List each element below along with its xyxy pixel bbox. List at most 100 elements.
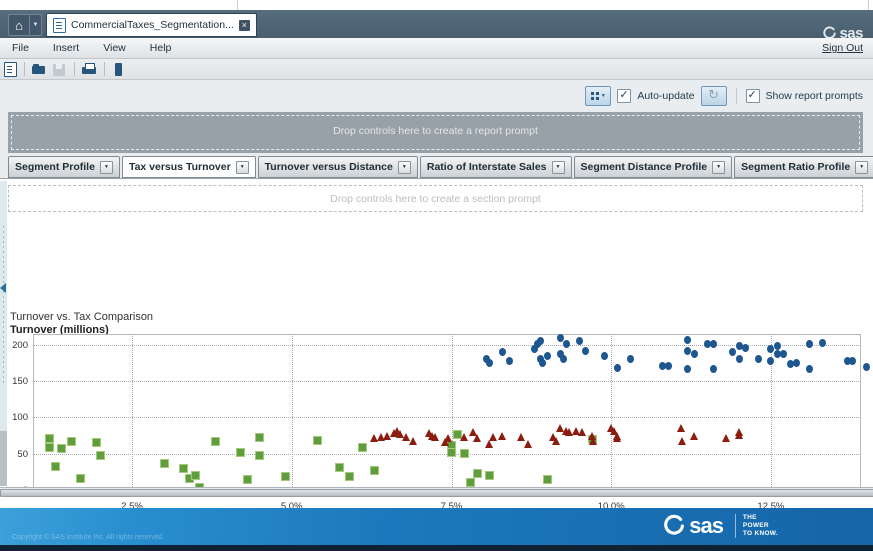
data-point-cluster3[interactable] (589, 437, 597, 445)
data-point-cluster1[interactable] (539, 359, 546, 367)
data-point-cluster2[interactable] (447, 448, 456, 457)
layout-grid-button[interactable]: ▼ (585, 86, 611, 106)
close-tab-icon[interactable]: × (239, 20, 250, 31)
data-point-cluster2[interactable] (370, 466, 379, 475)
data-point-cluster1[interactable] (863, 363, 870, 371)
data-point-cluster2[interactable] (51, 462, 60, 471)
data-point-cluster1[interactable] (793, 359, 800, 367)
section-tab-turnover-versus-distance[interactable]: Turnover versus Distance▼ (258, 156, 418, 178)
data-point-cluster1[interactable] (806, 365, 813, 373)
data-point-cluster3[interactable] (473, 434, 481, 442)
menu-view[interactable]: View (91, 42, 138, 54)
document-tab[interactable]: CommercialTaxes_Segmentation... × (46, 13, 257, 37)
auto-update-checkbox[interactable] (617, 89, 631, 103)
section-tab-ratio-of-interstate-sales[interactable]: Ratio of Interstate Sales▼ (420, 156, 572, 178)
data-point-cluster3[interactable] (431, 433, 439, 441)
data-point-cluster1[interactable] (780, 350, 787, 358)
data-point-cluster3[interactable] (578, 428, 586, 436)
tab-menu-arrow-icon[interactable]: ▼ (398, 161, 411, 174)
data-point-cluster2[interactable] (255, 451, 264, 460)
data-point-cluster2[interactable] (485, 471, 494, 480)
section-tab-segment-profile[interactable]: Segment Profile▼ (8, 156, 120, 178)
open-icon[interactable] (32, 62, 47, 77)
section-tab-tax-versus-turnover[interactable]: Tax versus Turnover▼ (122, 156, 256, 178)
data-point-cluster2[interactable] (76, 474, 85, 483)
data-point-cluster3[interactable] (444, 434, 452, 442)
toc-icon[interactable] (112, 62, 127, 77)
show-report-prompts-checkbox[interactable] (746, 89, 760, 103)
data-point-cluster3[interactable] (489, 433, 497, 441)
data-point-cluster2[interactable] (313, 436, 322, 445)
data-point-cluster2[interactable] (255, 433, 264, 442)
tab-menu-arrow-icon[interactable]: ▼ (236, 161, 249, 174)
home-button[interactable]: ⌂ (8, 14, 30, 36)
report-prompt-dropzone[interactable]: Drop controls here to create a report pr… (8, 112, 863, 153)
data-point-cluster3[interactable] (735, 431, 743, 439)
data-point-cluster2[interactable] (236, 448, 245, 457)
data-point-cluster1[interactable] (544, 352, 551, 360)
data-point-cluster1[interactable] (506, 357, 513, 365)
tab-menu-arrow-icon[interactable]: ▼ (712, 161, 725, 174)
home-dropdown-button[interactable]: ▼ (30, 14, 42, 36)
tab-menu-arrow-icon[interactable]: ▼ (552, 161, 565, 174)
data-point-cluster3[interactable] (613, 434, 621, 442)
collapse-panel-arrow-icon[interactable] (0, 283, 6, 293)
data-point-cluster2[interactable] (466, 478, 475, 487)
sign-out-link[interactable]: Sign Out (822, 42, 863, 54)
data-point-cluster3[interactable] (460, 433, 468, 441)
data-point-cluster2[interactable] (57, 444, 66, 453)
data-point-cluster2[interactable] (543, 475, 552, 484)
data-point-cluster2[interactable] (67, 437, 76, 446)
data-point-cluster1[interactable] (557, 334, 564, 342)
data-point-cluster1[interactable] (710, 365, 717, 373)
data-point-cluster2[interactable] (96, 451, 105, 460)
data-point-cluster3[interactable] (524, 440, 532, 448)
data-point-cluster1[interactable] (742, 344, 749, 352)
save-icon[interactable] (52, 62, 67, 77)
data-point-cluster2[interactable] (243, 475, 252, 484)
data-point-cluster3[interactable] (552, 437, 560, 445)
data-point-cluster2[interactable] (45, 443, 54, 452)
data-point-cluster3[interactable] (498, 432, 506, 440)
data-point-cluster2[interactable] (191, 471, 200, 480)
data-point-cluster1[interactable] (849, 357, 856, 365)
data-point-cluster2[interactable] (281, 472, 290, 481)
data-point-cluster3[interactable] (678, 437, 686, 445)
data-point-cluster1[interactable] (736, 355, 743, 363)
data-point-cluster3[interactable] (722, 434, 730, 442)
data-point-cluster1[interactable] (627, 355, 634, 363)
section-tab-segment-distance-profile[interactable]: Segment Distance Profile▼ (574, 156, 733, 178)
section-tab-segment-ratio-profile[interactable]: Segment Ratio Profile▼ (734, 156, 873, 178)
menu-insert[interactable]: Insert (41, 42, 91, 54)
print-icon[interactable] (82, 62, 97, 77)
data-point-cluster2[interactable] (473, 469, 482, 478)
scrollbar-thumb[interactable] (0, 489, 873, 497)
horizontal-scrollbar[interactable] (0, 487, 873, 496)
data-point-cluster2[interactable] (335, 463, 344, 472)
data-point-cluster1[interactable] (582, 347, 589, 355)
data-point-cluster2[interactable] (358, 443, 367, 452)
data-point-cluster2[interactable] (179, 464, 188, 473)
data-point-cluster1[interactable] (819, 339, 826, 347)
data-point-cluster2[interactable] (211, 437, 220, 446)
new-report-icon[interactable] (4, 62, 17, 77)
data-point-cluster1[interactable] (691, 350, 698, 358)
menu-file[interactable]: File (0, 42, 41, 54)
tab-menu-arrow-icon[interactable]: ▼ (100, 161, 113, 174)
data-point-cluster1[interactable] (755, 355, 762, 363)
section-prompt-dropzone[interactable]: Drop controls here to create a section p… (8, 185, 863, 212)
data-point-cluster2[interactable] (460, 449, 469, 458)
data-point-cluster2[interactable] (92, 438, 101, 447)
menu-help[interactable]: Help (138, 42, 184, 54)
data-point-cluster2[interactable] (345, 472, 354, 481)
data-point-cluster3[interactable] (677, 424, 685, 432)
data-point-cluster3[interactable] (690, 432, 698, 440)
data-point-cluster3[interactable] (409, 437, 417, 445)
data-point-cluster2[interactable] (160, 459, 169, 468)
data-point-cluster1[interactable] (710, 340, 717, 348)
data-point-cluster1[interactable] (806, 340, 813, 348)
refresh-button[interactable]: ↻ (701, 86, 727, 106)
data-point-cluster1[interactable] (560, 355, 567, 363)
data-point-cluster2[interactable] (45, 434, 54, 443)
tab-menu-arrow-icon[interactable]: ▼ (855, 161, 868, 174)
